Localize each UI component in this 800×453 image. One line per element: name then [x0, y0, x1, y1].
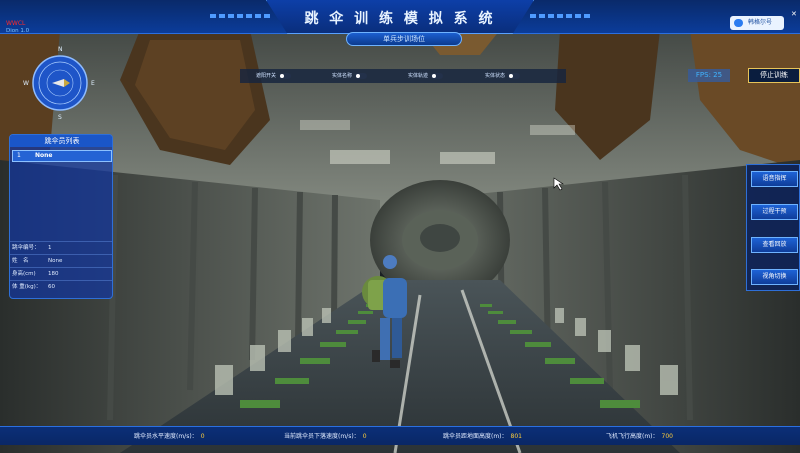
ground-height-stat: 跳伞员距地面高度(m)： 801: [443, 431, 522, 440]
game-screen: { "header": { "title": "跳 伞 训 练 模 拟 系 统"…: [0, 0, 800, 453]
fps-counter: FPS: 25: [688, 69, 730, 82]
stat-value: 0: [200, 433, 205, 440]
stat-label: 飞机飞行高度(m)：: [606, 433, 659, 440]
info-height: 身高(cm) 180: [10, 267, 112, 280]
stat-label: 跳伞员水平速度(m/s)：: [134, 433, 198, 440]
debug-warning-text: WWCL: [6, 20, 26, 27]
toggle-entity-track-label: 实体轨迹: [408, 73, 429, 79]
view-replay-button[interactable]: 查看回放: [751, 237, 798, 253]
toggle-entity-name-label: 实体名称: [332, 73, 353, 79]
right-control-panel: 语音指挥 过程干预 查看回放 视角切换: [746, 164, 800, 291]
compass-south-label: S: [58, 114, 62, 121]
list-item[interactable]: 1 None: [12, 150, 112, 162]
scene-subtitle-tab[interactable]: 单兵步训场位: [346, 32, 462, 46]
stat-value: 801: [510, 433, 522, 440]
user-button[interactable]: 韩格尔号: [730, 16, 784, 30]
info-value: 60: [48, 284, 55, 290]
toggle-switch[interactable]: [279, 72, 292, 79]
version-text: Dion 1.0: [6, 28, 30, 34]
process-intervene-button[interactable]: 过程干预: [751, 204, 798, 220]
info-key: 姓 名: [12, 258, 29, 264]
toggle-shade-label: 遮阳开关: [256, 73, 277, 79]
toggle-entity-name[interactable]: 实体名称: [332, 72, 368, 79]
paratrooper-list-panel: 跳伞员列表 1 None 跳伞编号： 1 姓 名 None 身高(cm) 180 体 …: [9, 134, 113, 299]
info-key: 体 重(kg)：: [12, 284, 42, 290]
compass-widget: [32, 55, 88, 111]
app-title: 跳 伞 训 练 模 拟 系 统: [304, 11, 496, 27]
close-icon[interactable]: ✕: [791, 10, 797, 18]
stat-label: 当前跳伞员下落速度(m/s)：: [284, 433, 360, 440]
stat-label: 跳伞员距地面高度(m)：: [443, 433, 508, 440]
header-decor-left: [210, 14, 270, 18]
info-jump-number: 跳伞编号： 1: [10, 241, 112, 254]
compass-north-label: N: [58, 46, 63, 53]
user-label: 韩格尔号: [748, 19, 773, 26]
toggle-entity-state[interactable]: 实体状态: [485, 72, 521, 79]
info-value: 1: [48, 245, 52, 251]
info-value: None: [48, 258, 63, 264]
info-name: 姓 名 None: [10, 254, 112, 267]
fall-speed-stat: 当前跳伞员下落速度(m/s)： 0: [284, 431, 367, 440]
cloud-user-icon: [734, 19, 743, 27]
info-weight: 体 重(kg)： 60: [10, 280, 112, 293]
toggle-switch[interactable]: [508, 72, 521, 79]
roster-title: 跳伞员列表: [10, 135, 112, 147]
switch-view-button[interactable]: 视角切换: [751, 269, 798, 285]
aircraft-cabin-scene: [0, 0, 800, 453]
stop-training-button[interactable]: 停止训练: [748, 68, 800, 83]
status-bar: [0, 426, 800, 445]
horizontal-speed-stat: 跳伞员水平速度(m/s)： 0: [134, 431, 205, 440]
toggle-shade[interactable]: 遮阳开关: [256, 72, 292, 79]
toggle-entity-track[interactable]: 实体轨迹: [408, 72, 444, 79]
voice-command-button[interactable]: 语音指挥: [751, 171, 798, 187]
compass-east-label: E: [91, 80, 95, 87]
info-value: 180: [48, 271, 59, 277]
info-key: 身高(cm): [12, 271, 36, 277]
display-toggle-bar: 遮阳开关 实体名称 实体轨迹 实体状态: [240, 69, 566, 83]
compass-west-label: W: [23, 80, 29, 87]
toggle-switch[interactable]: [355, 72, 368, 79]
list-item-index: 1: [17, 152, 21, 159]
stat-value: 0: [362, 433, 367, 440]
stat-value: 700: [661, 433, 673, 440]
info-key: 跳伞编号：: [12, 245, 40, 251]
toggle-entity-state-label: 实体状态: [485, 73, 506, 79]
aircraft-altitude-stat: 飞机飞行高度(m)： 700: [606, 431, 673, 440]
header-decor-right: [530, 14, 590, 18]
list-item-name: None: [35, 152, 53, 159]
toggle-switch[interactable]: [431, 72, 444, 79]
